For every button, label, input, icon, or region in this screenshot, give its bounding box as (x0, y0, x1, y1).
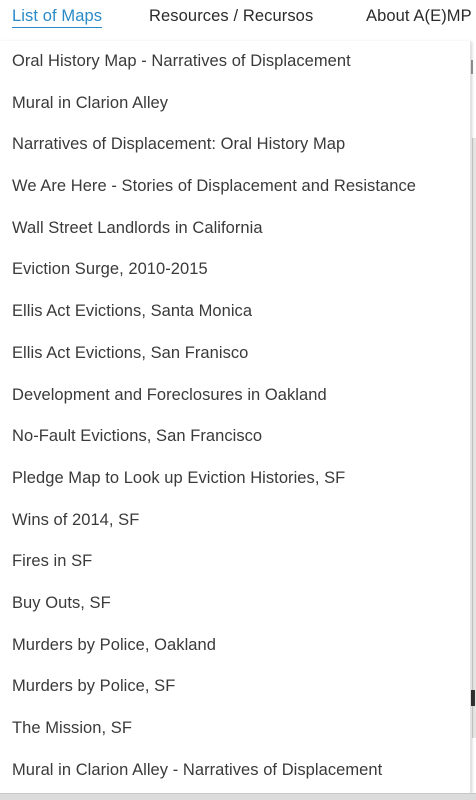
map-list-item[interactable]: Murders by Police, SF (0, 666, 470, 708)
map-list-item[interactable]: No-Fault Evictions, San Francisco (0, 416, 470, 458)
map-list-item[interactable]: The Mission, SF (0, 708, 470, 750)
map-list-item[interactable]: Ellis Act Evictions, San Franisco (0, 333, 470, 375)
map-list-item[interactable]: Pledge Map to Look up Eviction Histories… (0, 458, 470, 500)
map-list-item[interactable]: Fires in SF (0, 541, 470, 583)
horizontal-scrollbar[interactable] (0, 793, 476, 800)
nav-about[interactable]: About A(E)MP (366, 7, 472, 26)
map-list-item[interactable]: Wins of 2014, SF (0, 500, 470, 542)
map-list-item[interactable]: Buy Outs, SF (0, 583, 470, 625)
top-navigation: List of Maps Resources / Recursos About … (0, 0, 476, 36)
map-list-item[interactable]: We Are Here - Stories of Displacement an… (0, 166, 470, 208)
map-background[interactable] (472, 138, 476, 738)
nav-list-of-maps[interactable]: List of Maps (12, 7, 103, 28)
map-list-item[interactable]: Development and Foreclosures in Oakland (0, 375, 470, 417)
map-list-item[interactable]: Eviction Surge, 2010-2015 (0, 249, 470, 291)
map-list-item[interactable]: Oral History Map - Narratives of Displac… (0, 41, 470, 83)
maps-dropdown-menu: Oral History Map - Narratives of Displac… (0, 41, 471, 793)
map-list-item[interactable]: Narratives of Displacement: Oral History… (0, 124, 470, 166)
map-list-item[interactable]: Mural in Clarion Alley - Narratives of D… (0, 750, 470, 792)
map-list: Oral History Map - Narratives of Displac… (0, 41, 470, 791)
nav-resources[interactable]: Resources / Recursos (149, 7, 313, 26)
map-background-mark (471, 60, 473, 74)
page: List of Maps Resources / Recursos About … (0, 0, 476, 800)
map-list-item[interactable]: Murders by Police, Oakland (0, 625, 470, 667)
map-list-item[interactable]: Mural in Clarion Alley (0, 83, 470, 125)
map-background-label (471, 690, 475, 706)
map-list-item[interactable]: Ellis Act Evictions, Santa Monica (0, 291, 470, 333)
map-list-item[interactable]: Wall Street Landlords in California (0, 208, 470, 250)
